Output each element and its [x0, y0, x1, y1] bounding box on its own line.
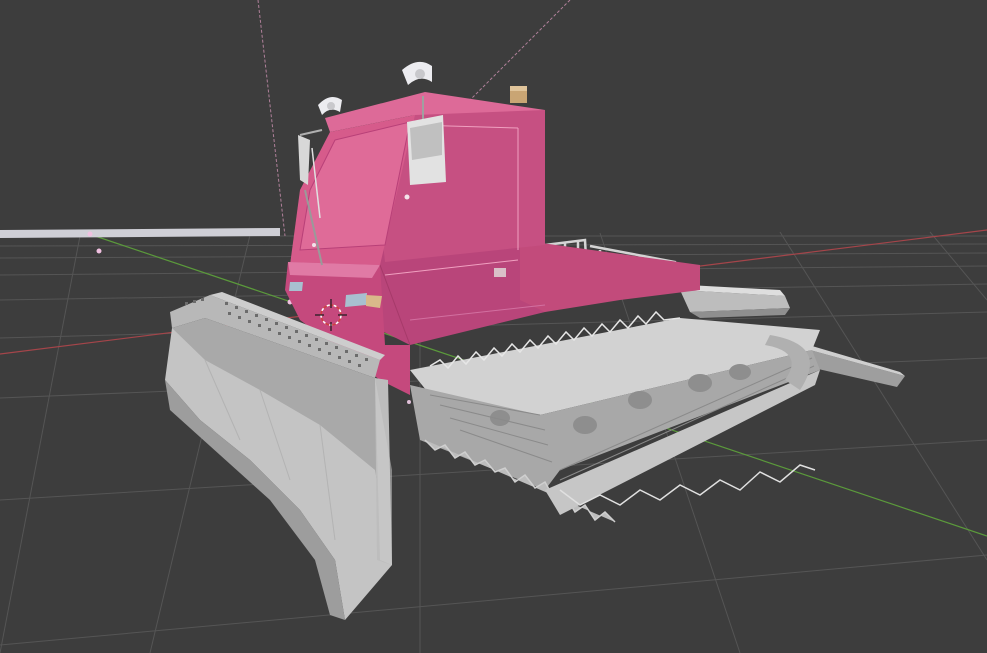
viewport-background [0, 0, 987, 653]
origin-point[interactable] [87, 231, 93, 237]
origin-point[interactable] [96, 248, 102, 254]
origin-point[interactable] [407, 400, 411, 404]
beacon-light [510, 86, 527, 103]
3d-viewport[interactable] [0, 0, 987, 653]
cab-light [312, 243, 316, 247]
door-handle [494, 268, 506, 277]
cab-light [404, 194, 410, 200]
